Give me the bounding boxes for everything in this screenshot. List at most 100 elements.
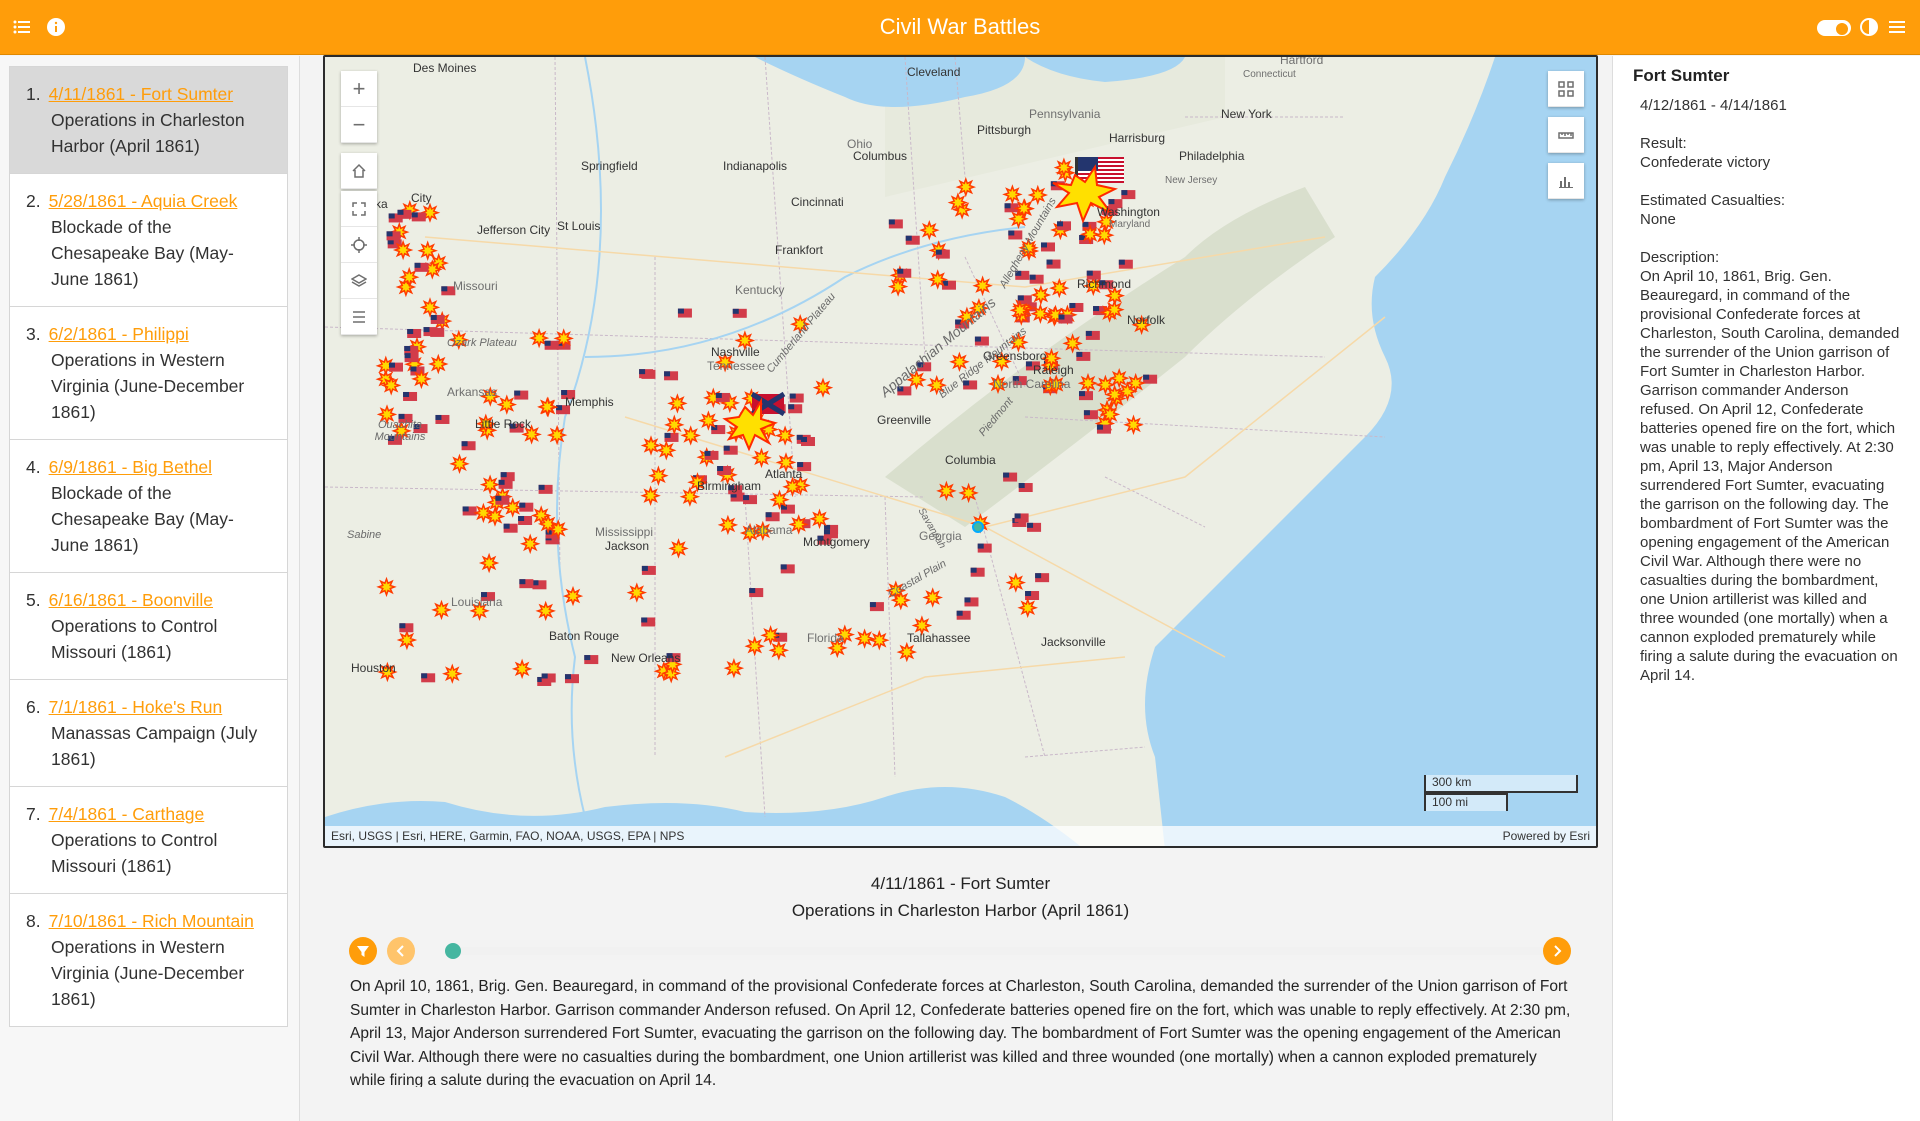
map-label: Florida (807, 631, 844, 645)
battle-list-item[interactable]: 4. 6/9/1861 - Big Bethel Blockade of the C… (9, 440, 288, 573)
map-label: Tennessee (707, 359, 766, 373)
map-label: North Carolina (993, 377, 1071, 391)
battle-marker (1104, 299, 1125, 320)
battle-marker (919, 219, 940, 241)
map-label: Sabine (347, 529, 382, 541)
battle-list-item[interactable]: 2. 5/28/1861 - Aquia Creek Blockade of the… (9, 174, 288, 307)
battle-marker (1009, 300, 1031, 321)
battle-marker (664, 371, 679, 381)
home-icon[interactable] (341, 153, 377, 189)
battle-link[interactable]: 7/1/1861 - Hoke's Run (49, 694, 223, 720)
battle-marker (421, 673, 436, 683)
battle-marker (677, 308, 692, 318)
filter-icon[interactable] (349, 937, 377, 965)
battle-marker (417, 240, 438, 261)
battle-marker (1014, 513, 1029, 523)
battle-marker (715, 392, 730, 402)
battle-marker (1029, 274, 1044, 284)
fullscreen-icon[interactable] (341, 191, 377, 227)
timeline-panel: 4/11/1861 - Fort Sumter Operations in Ch… (323, 862, 1598, 1121)
menu-icon[interactable] (1886, 16, 1908, 38)
home-button[interactable] (341, 153, 377, 189)
battle-marker (626, 582, 648, 603)
battle-marker (648, 465, 669, 486)
battle-link[interactable]: 4/11/1861 - Fort Sumter (49, 81, 234, 107)
battle-marker (789, 393, 804, 403)
battle-marker (664, 432, 679, 442)
battle-marker (496, 394, 518, 415)
locate-icon[interactable] (341, 227, 377, 263)
battle-list-item[interactable]: 5. 6/16/1861 - Boonville Operations to Con… (9, 573, 288, 680)
slider-track[interactable] (447, 947, 1547, 955)
map-label: Missouri (453, 279, 498, 293)
zoom-out-icon[interactable]: − (341, 107, 377, 143)
battle-marker (896, 641, 918, 663)
battle-list-item[interactable]: 8. 7/10/1861 - Rich Mountain Operations in… (9, 894, 288, 1027)
timeline-description: On April 10, 1861, Brig. Gen. Beauregard… (350, 978, 1571, 1087)
slider-thumb[interactable] (445, 943, 461, 959)
map-view[interactable]: Des Moines Cleveland Hartford Connecticu… (323, 55, 1598, 848)
qr-code-icon[interactable] (1548, 71, 1584, 107)
casualties-value: None (1640, 211, 1676, 228)
contrast-icon[interactable] (1858, 16, 1880, 38)
measure-icon[interactable] (1548, 117, 1584, 153)
map-tool-group (341, 191, 377, 335)
battle-link[interactable]: 7/4/1861 - Carthage (49, 801, 205, 827)
battle-link[interactable]: 6/2/1861 - Philippi (49, 321, 189, 347)
toggle-switch[interactable] (1817, 20, 1851, 36)
battle-marker (1030, 284, 1052, 306)
battle-marker (854, 628, 875, 649)
battle-marker (1058, 314, 1073, 324)
map-label: Greenville (877, 413, 932, 427)
battle-campaign: Operations in Charleston Harbor (April 1… (51, 110, 245, 156)
measure-button[interactable] (1548, 117, 1584, 153)
map-label: Ozark Plateau (447, 337, 517, 349)
layers-icon[interactable] (341, 263, 377, 299)
battle-link[interactable]: 5/28/1861 - Aquia Creek (49, 188, 238, 214)
battle-marker (780, 504, 795, 514)
map-label: St Louis (557, 219, 601, 233)
battle-campaign: Operations in Western Virginia (June-Dec… (51, 350, 245, 422)
chart-button[interactable] (1548, 163, 1584, 199)
battle-list-item[interactable]: 6. 7/1/1861 - Hoke's Run Manassas Campaign… (9, 680, 288, 787)
powered-by[interactable]: Powered by Esri (1503, 829, 1590, 843)
battle-marker (511, 658, 533, 680)
battle-list-item[interactable]: 1. 4/11/1861 - Fort Sumter Operations in C… (9, 66, 288, 174)
battle-number: 2. (26, 191, 41, 211)
attribution-text: Esri, USGS | Esri, HERE, Garmin, FAO, NO… (331, 829, 685, 843)
map-label: Jackson (605, 539, 650, 553)
battle-link[interactable]: 7/10/1861 - Rich Mountain (49, 908, 254, 934)
legend-icon[interactable] (341, 299, 377, 335)
map-label: Jefferson City (477, 223, 551, 237)
detail-title: Fort Sumter (1633, 66, 1730, 85)
map-label: Cleveland (907, 65, 961, 79)
battle-marker (519, 533, 541, 555)
battle-marker (495, 495, 510, 505)
previous-icon[interactable] (387, 937, 415, 965)
next-icon[interactable] (1543, 937, 1571, 965)
map-label: Connecticut (1243, 69, 1296, 80)
battle-marker (743, 495, 758, 505)
battle-marker (473, 502, 494, 524)
scale-mi: 100 mi (1424, 793, 1508, 811)
battle-marker (809, 508, 830, 530)
map-label: Ouachita Mountains (374, 419, 426, 443)
battle-campaign: Operations to Control Missouri (1861) (51, 616, 218, 662)
bar-chart-icon[interactable] (1548, 163, 1584, 199)
zoom-controls: + − (341, 71, 377, 143)
battle-marker (1077, 372, 1099, 394)
map-label: Arkansas (447, 385, 498, 399)
battle-marker (977, 543, 992, 553)
battle-marker (399, 623, 414, 633)
battle-number: 4. (26, 457, 41, 477)
zoom-in-icon[interactable]: + (341, 71, 377, 107)
battle-list-item[interactable]: 7. 7/4/1861 - Carthage Operations to Contr… (9, 787, 288, 894)
map-label: Pennsylvania (1029, 107, 1101, 121)
battle-list-item[interactable]: 3. 6/2/1861 - Philippi Operations in Weste… (9, 307, 288, 440)
battle-link[interactable]: 6/16/1861 - Boonville (49, 587, 213, 613)
map-label: Mississippi (595, 525, 654, 539)
map-label: New York (1221, 107, 1272, 121)
map-label: Pittsburgh (977, 123, 1032, 137)
timeline-slider[interactable] (349, 936, 1571, 968)
battle-link[interactable]: 6/9/1861 - Big Bethel (49, 454, 212, 480)
